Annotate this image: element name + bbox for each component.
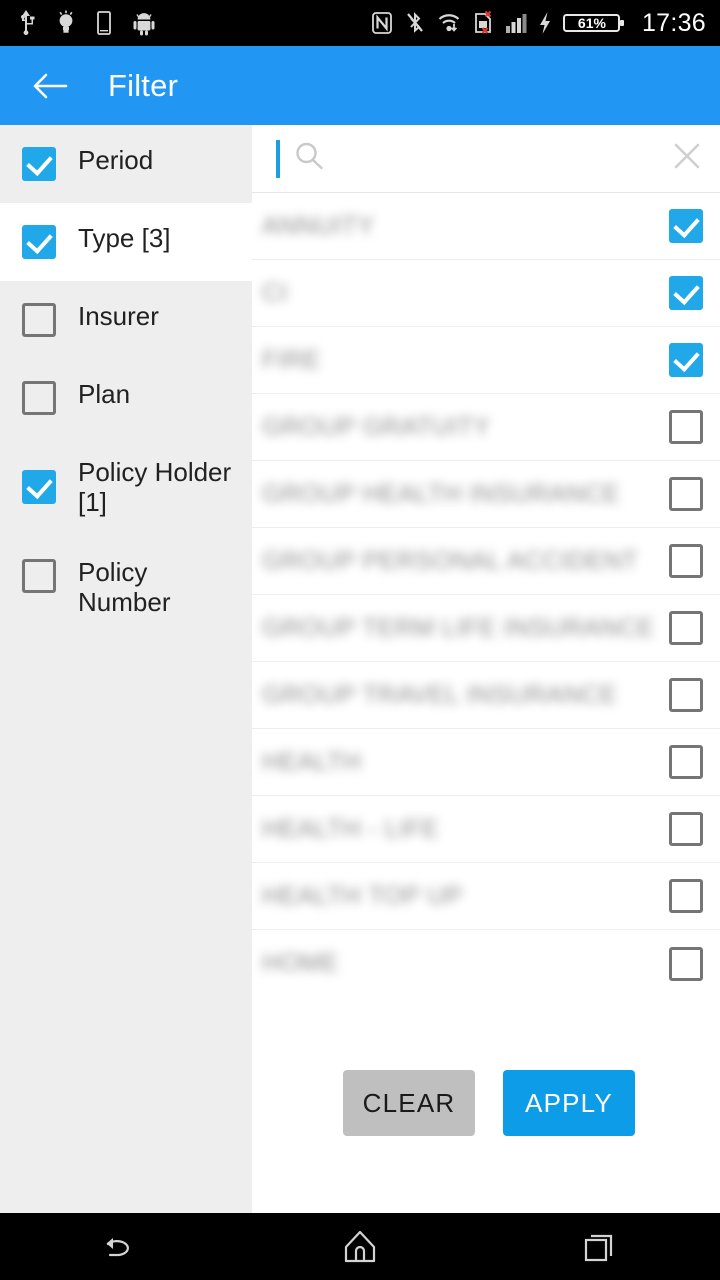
page-title: Filter	[108, 67, 179, 103]
close-icon[interactable]	[660, 139, 704, 178]
status-bar-right-icons: 61% 17:36	[371, 9, 706, 38]
home-nav-icon[interactable]	[240, 1213, 480, 1280]
list-item[interactable]: HEALTH TOP UP	[252, 863, 720, 930]
list-item[interactable]: HEALTH - LIFE	[252, 796, 720, 863]
checkbox-policy-holder[interactable]	[22, 470, 56, 504]
search-icon	[292, 139, 326, 178]
option-checkbox[interactable]	[669, 544, 703, 578]
search-bar	[252, 125, 720, 193]
list-item[interactable]: CI	[252, 260, 720, 327]
filter-category-list: Period Type [3] Insurer Plan Policy Hold…	[0, 125, 252, 1213]
back-arrow-icon[interactable]	[26, 62, 74, 110]
filter-option-pane: ANNUITY CI FIRE GROUP GRATUITY GROUP HEA…	[252, 125, 720, 1213]
option-label: ANNUITY	[262, 211, 375, 240]
list-item[interactable]: GROUP TRAVEL INSURANCE	[252, 662, 720, 729]
nfc-icon	[371, 10, 393, 36]
list-item[interactable]: GROUP GRATUITY	[252, 394, 720, 461]
option-checkbox[interactable]	[669, 879, 703, 913]
flashlight-icon	[56, 10, 76, 36]
text-cursor	[276, 139, 280, 178]
checkbox-plan[interactable]	[22, 381, 56, 415]
option-label: GROUP TERM LIFE INSURANCE	[262, 613, 655, 642]
battery-percent-label: 61%	[577, 15, 606, 31]
apply-button[interactable]: APPLY	[503, 1070, 635, 1136]
checkbox-type[interactable]	[22, 225, 56, 259]
checkbox-policy-number[interactable]	[22, 559, 56, 593]
device-icon	[96, 10, 112, 36]
option-label: GROUP GRATUITY	[262, 412, 491, 441]
sidebar-item-policy-holder[interactable]: Policy Holder [1]	[0, 437, 252, 537]
usb-icon	[16, 10, 36, 36]
signal-bars-icon	[505, 10, 527, 36]
option-label: HEALTH TOP UP	[262, 881, 463, 910]
list-item[interactable]: GROUP TERM LIFE INSURANCE	[252, 595, 720, 662]
sidebar-item-plan[interactable]: Plan	[0, 359, 252, 437]
option-checkbox[interactable]	[669, 678, 703, 712]
sidebar-item-label: Insurer	[78, 301, 159, 331]
checkbox-insurer[interactable]	[22, 303, 56, 337]
battery-icon: 61%	[562, 10, 625, 36]
option-checkbox[interactable]	[669, 611, 703, 645]
option-checkbox[interactable]	[669, 410, 703, 444]
sidebar-item-policy-number[interactable]: Policy Number	[0, 537, 252, 617]
list-item[interactable]: GROUP HEALTH INSURANCE	[252, 461, 720, 528]
option-checkbox[interactable]	[669, 946, 703, 981]
android-nav-bar	[0, 1213, 720, 1280]
list-item[interactable]: HOME	[252, 930, 720, 997]
sidebar-item-label: Period	[78, 145, 154, 175]
option-label: HOME	[262, 949, 339, 977]
status-bar-left-icons	[16, 10, 156, 36]
sidebar-item-label: Policy Number	[78, 557, 171, 617]
option-checkbox[interactable]	[669, 343, 703, 377]
search-input[interactable]	[338, 144, 660, 173]
action-bar: CLEAR APPLY	[252, 1070, 720, 1136]
option-label: FIRE	[262, 345, 321, 374]
sidebar-item-insurer[interactable]: Insurer	[0, 281, 252, 359]
app-bar: Filter	[0, 46, 720, 125]
status-bar-clock: 17:36	[641, 8, 706, 37]
option-label: HEALTH	[262, 747, 362, 776]
wifi-icon	[437, 10, 461, 36]
sidebar-item-label: Type [3]	[78, 223, 171, 253]
bluetooth-off-icon	[404, 10, 426, 36]
option-checkbox[interactable]	[669, 745, 703, 779]
android-robot-icon	[132, 10, 156, 36]
option-label: CI	[262, 278, 288, 307]
phone-screen: 61% 17:36 Filter Period Type [3] Insurer…	[0, 0, 720, 1280]
sidebar-item-label: Policy Holder [1]	[78, 457, 232, 517]
checkbox-period[interactable]	[22, 147, 56, 181]
option-rows: ANNUITY CI FIRE GROUP GRATUITY GROUP HEA…	[252, 193, 720, 997]
filter-content: Period Type [3] Insurer Plan Policy Hold…	[0, 125, 720, 1213]
option-label: GROUP TRAVEL INSURANCE	[262, 680, 618, 709]
list-item[interactable]: FIRE	[252, 327, 720, 394]
status-bar: 61% 17:36	[0, 0, 720, 46]
list-item[interactable]: ANNUITY	[252, 193, 720, 260]
sim-card-error-icon	[472, 10, 494, 36]
sidebar-item-label: Plan	[78, 379, 131, 409]
list-item[interactable]: GROUP PERSONAL ACCIDENT	[252, 528, 720, 595]
clear-button[interactable]: CLEAR	[343, 1070, 475, 1136]
list-item[interactable]: HEALTH	[252, 729, 720, 796]
back-nav-icon[interactable]	[0, 1213, 240, 1280]
option-checkbox[interactable]	[669, 276, 703, 310]
option-label: HEALTH - LIFE	[262, 814, 439, 843]
option-checkbox[interactable]	[669, 477, 703, 511]
option-label: GROUP PERSONAL ACCIDENT	[262, 546, 638, 575]
charging-bolt-icon	[538, 10, 552, 36]
option-checkbox[interactable]	[669, 812, 703, 846]
sidebar-item-type[interactable]: Type [3]	[0, 203, 252, 281]
sidebar-item-period[interactable]: Period	[0, 125, 252, 203]
option-label: GROUP HEALTH INSURANCE	[262, 479, 620, 508]
option-checkbox[interactable]	[669, 209, 703, 243]
recents-nav-icon[interactable]	[480, 1213, 720, 1280]
